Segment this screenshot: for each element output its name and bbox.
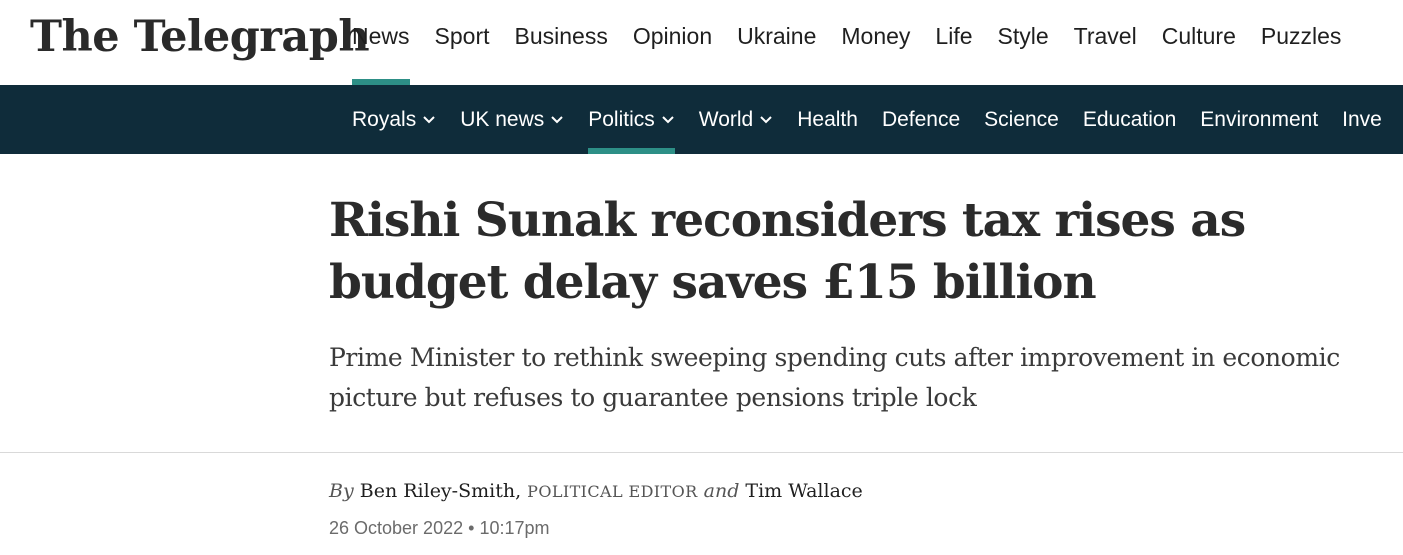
subnav-item-environment[interactable]: Environment <box>1200 85 1318 154</box>
primary-nav: News Sport Business Opinion Ukraine Mone… <box>352 0 1366 85</box>
author-role: POLITICAL EDITOR <box>527 482 698 501</box>
publish-time: 10:17pm <box>479 518 550 538</box>
subnav-item-uk-news[interactable]: UK news <box>460 85 564 154</box>
subnav-item-label: Education <box>1082 107 1177 131</box>
primary-nav-puzzles[interactable]: Puzzles <box>1261 0 1342 85</box>
chevron-down-icon <box>662 116 674 124</box>
primary-nav-life[interactable]: Life <box>935 0 972 85</box>
subnav-item-label: Science <box>984 107 1059 131</box>
primary-nav-opinion[interactable]: Opinion <box>633 0 712 85</box>
byline: By Ben Riley-Smith, POLITICAL EDITOR and… <box>329 480 863 502</box>
subnav-item-education[interactable]: Education <box>1083 85 1176 154</box>
author-link-tim-wallace[interactable]: Tim Wallace <box>745 480 862 502</box>
byline-by: By <box>329 480 354 502</box>
subnav-item-investigations[interactable]: Inve <box>1342 85 1382 154</box>
telegraph-logo[interactable]: The Telegraph <box>30 10 370 64</box>
section-subnav-items: Royals UK news Politics World Health Def… <box>352 85 1403 154</box>
subnav-item-science[interactable]: Science <box>984 85 1059 154</box>
byline-and: and <box>703 480 740 502</box>
subnav-item-label: Defence <box>881 107 961 131</box>
publish-date: 26 October 2022 <box>329 518 464 538</box>
primary-nav-ukraine[interactable]: Ukraine <box>737 0 816 85</box>
subnav-item-label: Royals <box>352 107 417 131</box>
subnav-item-label: Health <box>797 107 858 131</box>
top-header: The Telegraph News Sport Business Opinio… <box>0 0 1403 85</box>
subnav-item-world[interactable]: World <box>699 85 773 154</box>
subnav-item-label: Inve <box>1342 107 1382 131</box>
primary-nav-culture[interactable]: Culture <box>1162 0 1236 85</box>
primary-nav-sport[interactable]: Sport <box>435 0 490 85</box>
author-link-ben-riley-smith[interactable]: Ben Riley-Smith, <box>360 480 521 502</box>
date-separator: • <box>468 518 475 538</box>
chevron-down-icon <box>760 116 772 124</box>
primary-nav-news[interactable]: News <box>352 0 410 85</box>
chevron-down-icon <box>551 116 563 124</box>
primary-nav-business[interactable]: Business <box>515 0 608 85</box>
subnav-item-royals[interactable]: Royals <box>352 85 436 154</box>
primary-nav-money[interactable]: Money <box>841 0 910 85</box>
primary-nav-travel[interactable]: Travel <box>1074 0 1137 85</box>
subnav-item-label: Politics <box>588 107 655 131</box>
subnav-item-label: Environment <box>1200 107 1319 131</box>
subnav-item-label: UK news <box>460 107 545 131</box>
subnav-item-health[interactable]: Health <box>797 85 858 154</box>
publish-dateline: 26 October 2022 • 10:17pm <box>329 518 550 539</box>
subnav-item-label: World <box>698 107 754 131</box>
section-subnav: Royals UK news Politics World Health Def… <box>0 85 1403 154</box>
subnav-item-politics[interactable]: Politics <box>588 85 675 154</box>
subnav-item-defence[interactable]: Defence <box>882 85 960 154</box>
article-headline: Rishi Sunak reconsiders tax rises as bud… <box>329 193 1246 310</box>
chevron-down-icon <box>423 116 435 124</box>
primary-nav-style[interactable]: Style <box>998 0 1049 85</box>
divider <box>0 452 1403 453</box>
article-standfirst: Prime Minister to rethink sweeping spend… <box>329 343 1340 412</box>
